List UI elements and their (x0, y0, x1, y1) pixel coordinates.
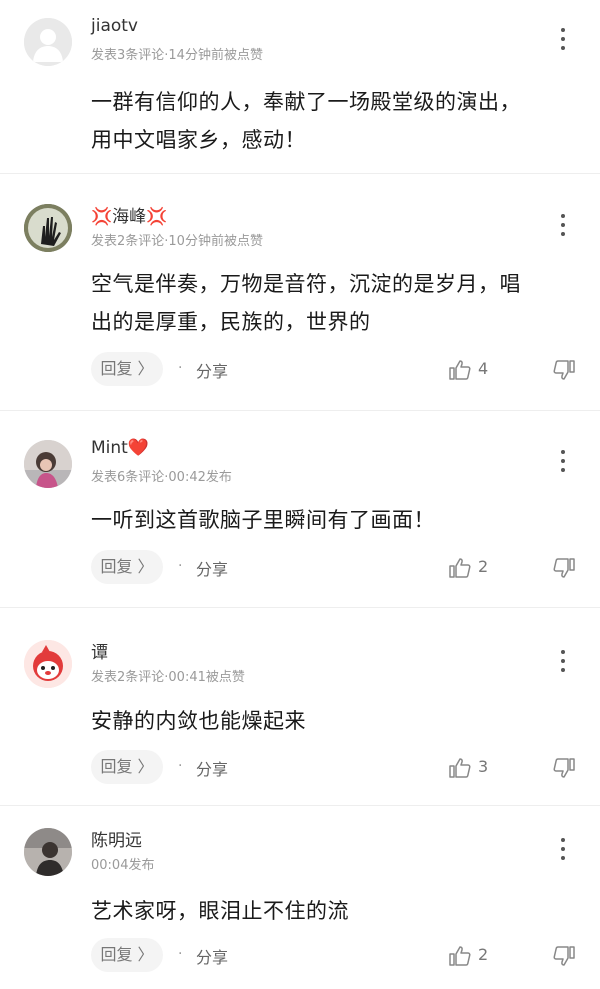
separator-dot: · (178, 360, 183, 376)
separator-dot: · (178, 558, 183, 574)
man-avatar-image (24, 828, 72, 876)
comment-meta: 发表6条评论·00:42发布 (91, 470, 232, 485)
comment-text: 空气是伴奏，万物是音符，沉淀的是岁月，唱 出的是厚重，民族的，世界的 (91, 265, 576, 341)
share-button[interactable]: 分享 (196, 756, 228, 780)
separator-dot: · (178, 946, 183, 962)
comment-actions: 回复 〉 · 分享 2 (0, 938, 600, 974)
share-button[interactable]: 分享 (196, 944, 228, 968)
thumbs-down-icon (553, 758, 575, 778)
comment-text: 一群有信仰的人，奉献了一场殿堂级的演出， 用中文唱家乡，感动！ (91, 83, 576, 159)
dislike-button[interactable] (552, 358, 576, 386)
thumbs-down-icon (553, 360, 575, 380)
comment-actions: 回复 〉 · 分享 4 (0, 352, 600, 388)
separator-dot: · (178, 758, 183, 774)
hand-avatar-image (24, 204, 72, 252)
more-options-button[interactable] (548, 210, 578, 240)
comment-line: 一听到这首歌脑子里瞬间有了画面！ (91, 508, 435, 532)
like-count: 4 (478, 359, 489, 378)
reply-button[interactable]: 回复 〉 (91, 550, 163, 584)
girl-avatar-image (24, 440, 72, 488)
comment-meta: 00:04发布 (91, 858, 155, 873)
thumbs-up-icon (449, 758, 471, 778)
comment-text: 安静的内敛也能燥起来 (91, 702, 576, 740)
like-count: 3 (478, 757, 489, 776)
username[interactable]: Mint❤️ (91, 438, 149, 458)
divider (0, 410, 600, 411)
dislike-button[interactable] (552, 756, 576, 784)
more-options-button[interactable] (548, 24, 578, 54)
username[interactable]: 💢海峰💢 (91, 202, 167, 227)
thumbs-up-icon (449, 558, 471, 578)
comment-text: 一听到这首歌脑子里瞬间有了画面！ (91, 501, 576, 539)
more-options-button[interactable] (548, 646, 578, 676)
username[interactable]: 陈明远 (91, 826, 142, 851)
avatar[interactable] (24, 828, 72, 876)
like-count: 2 (478, 945, 489, 964)
thumbs-up-icon (449, 946, 471, 966)
comment-meta: 发表3条评论·14分钟前被点赞 (91, 48, 263, 63)
avatar[interactable] (24, 640, 72, 688)
comment-line: 出的是厚重，民族的，世界的 (91, 310, 371, 334)
comment-item: 谭 发表2条评论·00:41被点赞 安静的内敛也能燥起来 回复 〉 · 分享 3 (0, 640, 600, 800)
comment-item: jiaotv 发表3条评论·14分钟前被点赞 一群有信仰的人，奉献了一场殿堂级的… (0, 16, 600, 178)
dislike-button[interactable] (552, 944, 576, 972)
avatar[interactable] (24, 204, 72, 252)
thumbs-down-icon (553, 558, 575, 578)
comment-line: 艺术家呀，眼泪止不住的流 (91, 899, 349, 923)
avatar[interactable] (24, 18, 72, 66)
thumbs-down-icon (553, 946, 575, 966)
comment-item: 陈明远 00:04发布 艺术家呀，眼泪止不住的流 回复 〉 · 分享 2 (0, 828, 600, 988)
comment-line: 空气是伴奏，万物是音符，沉淀的是岁月，唱 (91, 272, 521, 296)
reply-button[interactable]: 回复 〉 (91, 938, 163, 972)
thumbs-up-icon (449, 360, 471, 380)
comment-line: 一群有信仰的人，奉献了一场殿堂级的演出， (91, 90, 521, 114)
comment-actions: 回复 〉 · 分享 3 (0, 750, 600, 786)
comment-text: 艺术家呀，眼泪止不住的流 (91, 892, 576, 930)
like-count: 2 (478, 557, 489, 576)
comment-meta: 发表2条评论·10分钟前被点赞 (91, 234, 263, 249)
reply-button[interactable]: 回复 〉 (91, 352, 163, 386)
more-options-button[interactable] (548, 446, 578, 476)
reply-button[interactable]: 回复 〉 (91, 750, 163, 784)
username[interactable]: 谭 (91, 638, 108, 663)
username[interactable]: jiaotv (91, 16, 138, 36)
dislike-button[interactable] (552, 556, 576, 584)
more-options-button[interactable] (548, 834, 578, 864)
divider (0, 607, 600, 608)
default-avatar-icon (24, 18, 72, 66)
divider (0, 805, 600, 806)
comment-item: Mint❤️ 发表6条评论·00:42发布 一听到这首歌脑子里瞬间有了画面！ 回… (0, 438, 600, 600)
comment-meta: 发表2条评论·00:41被点赞 (91, 670, 245, 685)
divider (0, 173, 600, 174)
comment-item: 💢海峰💢 发表2条评论·10分钟前被点赞 空气是伴奏，万物是音符，沉淀的是岁月，… (0, 204, 600, 404)
share-button[interactable]: 分享 (196, 556, 228, 580)
comment-line: 用中文唱家乡，感动！ (91, 128, 306, 152)
avatar[interactable] (24, 440, 72, 488)
comment-line: 安静的内敛也能燥起来 (91, 709, 306, 733)
cartoon-avatar-image (24, 640, 72, 688)
share-button[interactable]: 分享 (196, 358, 228, 382)
comment-actions: 回复 〉 · 分享 2 (0, 550, 600, 586)
